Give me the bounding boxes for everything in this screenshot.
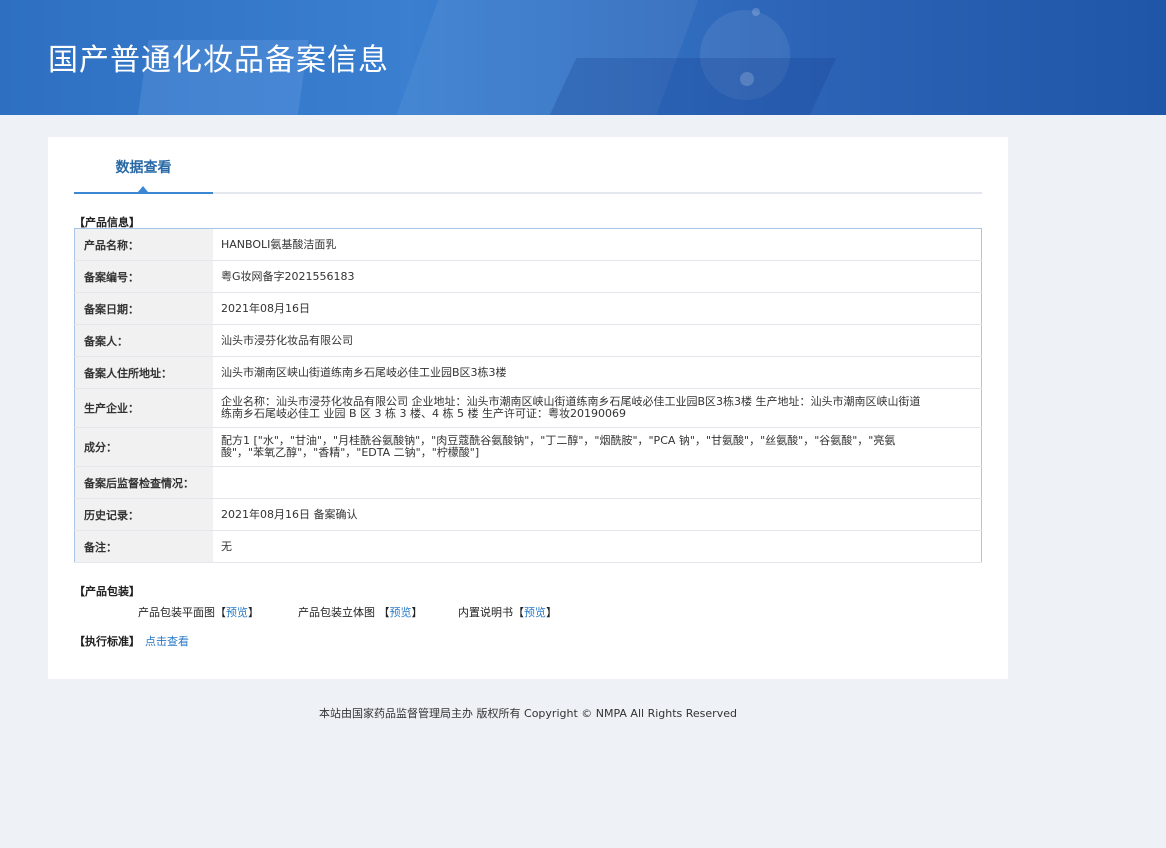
row-value: 2021年08月16日 备案确认: [213, 498, 982, 531]
header-banner: 国产普通化妆品备案信息: [0, 0, 1166, 115]
banner-decoration: [740, 72, 754, 86]
table-row: 备案后监督检查情况：: [74, 466, 982, 499]
table-row: 历史记录： 2021年08月16日 备案确认: [74, 498, 982, 531]
row-label: 备案后监督检查情况：: [74, 466, 213, 499]
tab-data-view[interactable]: 数据查看: [74, 137, 213, 192]
packaging-item: 产品包装平面图【预览】: [138, 604, 259, 620]
packaging-item-label: 内置说明书: [458, 606, 513, 619]
table-row: 备注： 无: [74, 530, 982, 563]
section-label-standard: 【执行标准】: [74, 635, 140, 648]
row-value: HANBOLI氨基酸洁面乳: [213, 228, 982, 261]
packaging-item: 产品包装立体图 【预览】: [298, 604, 423, 620]
row-label: 备案人：: [74, 324, 213, 357]
page-title: 国产普通化妆品备案信息: [48, 43, 389, 78]
row-value: 汕头市潮南区峡山街道练南乡石尾岐必佳工业园B区3栋3楼: [213, 356, 982, 389]
row-label: 产品名称：: [74, 228, 213, 261]
table-row: 备案日期： 2021年08月16日: [74, 292, 982, 325]
row-label: 备案编号：: [74, 260, 213, 293]
manual-preview-link[interactable]: 预览: [524, 606, 546, 619]
bracket-open: 【: [215, 606, 226, 619]
row-value: [213, 466, 982, 499]
packaging-item-label: 产品包装立体图: [298, 606, 379, 619]
standard-view-link[interactable]: 点击查看: [145, 633, 189, 649]
bracket-open: 【: [513, 606, 524, 619]
row-label: 生产企业：: [74, 388, 213, 428]
table-row: 成分： 配方1 ["水"，"甘油"，"月桂酰谷氨酸钠"，"肉豆蔻酰谷氨酸钠"，"…: [74, 427, 982, 467]
packaging-3d-preview-link[interactable]: 预览: [390, 606, 412, 619]
row-label: 成分：: [74, 427, 213, 467]
row-value: 无: [213, 530, 982, 563]
row-value: 汕头市浸芬化妆品有限公司: [213, 324, 982, 357]
tab-bar: 数据查看: [74, 137, 982, 194]
row-label: 历史记录：: [74, 498, 213, 531]
row-label: 备案人住所地址：: [74, 356, 213, 389]
table-row: 备案人住所地址： 汕头市潮南区峡山街道练南乡石尾岐必佳工业园B区3栋3楼: [74, 356, 982, 389]
bracket-open: 【: [378, 606, 390, 619]
content-panel: 数据查看 【产品信息】 产品名称： HANBOLI氨基酸洁面乳 备案编号： 粤G…: [48, 137, 1008, 679]
row-value: 配方1 ["水"，"甘油"，"月桂酰谷氨酸钠"，"肉豆蔻酰谷氨酸钠"，"丁二醇"…: [213, 427, 982, 467]
banner-decoration: [543, 58, 837, 115]
row-value: 2021年08月16日: [213, 292, 982, 325]
bracket-close: 】: [546, 606, 557, 619]
section-label-packaging: 【产品包装】: [74, 585, 140, 598]
packaging-item-label: 产品包装平面图: [138, 606, 215, 619]
table-row: 产品名称： HANBOLI氨基酸洁面乳: [74, 228, 982, 261]
row-value: 企业名称：汕头市浸芬化妆品有限公司 企业地址：汕头市潮南区峡山街道练南乡石尾岐必…: [213, 388, 982, 428]
footer-copyright: 本站由国家药品监督管理局主办 版权所有 Copyright © NMPA All…: [319, 707, 737, 720]
product-info-table: 产品名称： HANBOLI氨基酸洁面乳 备案编号： 粤G妆网备字20215561…: [74, 228, 982, 563]
bracket-close: 】: [248, 606, 259, 619]
table-row: 备案人： 汕头市浸芬化妆品有限公司: [74, 324, 982, 357]
bracket-close: 】: [411, 606, 423, 619]
table-row: 备案编号： 粤G妆网备字2021556183: [74, 260, 982, 293]
row-label: 备案日期：: [74, 292, 213, 325]
row-value: 粤G妆网备字2021556183: [213, 260, 982, 293]
table-row: 生产企业： 企业名称：汕头市浸芬化妆品有限公司 企业地址：汕头市潮南区峡山街道练…: [74, 388, 982, 428]
row-label: 备注：: [74, 530, 213, 563]
tab-active-underline: [74, 192, 213, 194]
banner-decoration: [752, 8, 760, 16]
tab-caret-icon: [138, 186, 148, 192]
packaging-flat-preview-link[interactable]: 预览: [226, 606, 248, 619]
packaging-item: 内置说明书【预览】: [458, 604, 557, 620]
